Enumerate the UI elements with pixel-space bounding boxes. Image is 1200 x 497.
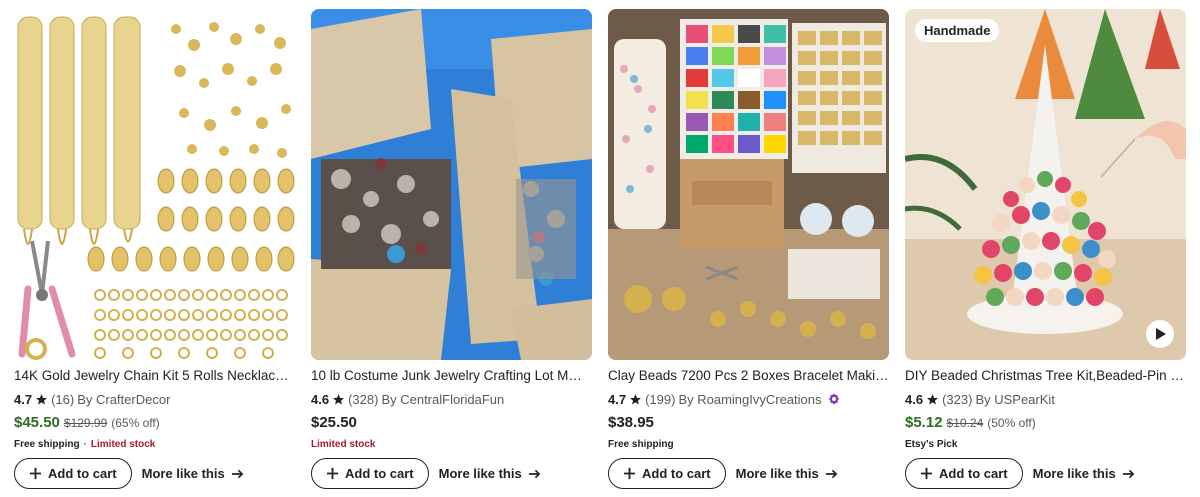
star-icon bbox=[333, 393, 344, 404]
original-price: $129.99 bbox=[63, 416, 108, 430]
arrow-right-icon bbox=[1122, 469, 1135, 478]
product-title[interactable]: DIY Beaded Christmas Tree Kit,Beaded-Pin… bbox=[905, 368, 1186, 386]
rating-row: 4.6 (323) By USPearKit bbox=[905, 390, 1186, 408]
more-like-this-label: More like this bbox=[438, 466, 522, 481]
arrow-right-icon bbox=[528, 469, 541, 478]
play-video-button[interactable] bbox=[1146, 320, 1174, 348]
add-to-cart-button[interactable]: Add to cart bbox=[905, 458, 1023, 489]
more-like-this-link[interactable]: More like this bbox=[736, 466, 838, 481]
rating-row: 4.7 (199) By RoamingIvyCreations bbox=[608, 390, 889, 408]
add-to-cart-label: Add to cart bbox=[642, 466, 711, 481]
card-actions: Add to cart More like this bbox=[608, 458, 838, 489]
price: $38.95 bbox=[608, 414, 654, 431]
add-to-cart-label: Add to cart bbox=[345, 466, 414, 481]
rating-score: 4.6 bbox=[311, 391, 330, 407]
arrow-right-icon bbox=[825, 469, 838, 478]
product-card[interactable]: 10 lb Costume Junk Jewelry Crafting Lot … bbox=[311, 9, 592, 489]
rating-score: 4.7 bbox=[608, 391, 627, 407]
product-image[interactable] bbox=[14, 9, 295, 360]
add-to-cart-label: Add to cart bbox=[48, 466, 117, 481]
plus-icon bbox=[29, 467, 42, 480]
separator-dot: · bbox=[83, 438, 87, 450]
card-actions: Add to cart More like this bbox=[905, 458, 1135, 489]
product-title[interactable]: 14K Gold Jewelry Chain Kit 5 Rolls Neckl… bbox=[14, 368, 295, 386]
rating-score: 4.7 bbox=[14, 391, 33, 407]
product-image[interactable] bbox=[608, 9, 889, 360]
star-seller-badge-icon bbox=[828, 393, 839, 405]
more-like-this-label: More like this bbox=[141, 466, 225, 481]
sale-price: $5.12 bbox=[905, 414, 943, 431]
play-icon bbox=[1156, 328, 1166, 340]
card-actions: Add to cart More like this bbox=[14, 458, 244, 489]
etsys-pick-label: Etsy's Pick bbox=[905, 438, 958, 450]
free-shipping-label: Free shipping bbox=[14, 438, 80, 450]
plus-icon bbox=[326, 467, 339, 480]
review-count: (328) bbox=[348, 391, 379, 407]
more-like-this-link[interactable]: More like this bbox=[142, 466, 244, 481]
more-like-this-label: More like this bbox=[1032, 466, 1116, 481]
price-row: $45.50 $129.99 (65% off) bbox=[14, 414, 295, 434]
shop-name[interactable]: By RoamingIvyCreations bbox=[678, 392, 821, 407]
price: $25.50 bbox=[311, 414, 357, 431]
shop-name[interactable]: By CrafterDecor bbox=[77, 392, 170, 407]
star-icon bbox=[36, 393, 47, 404]
review-count: (323) bbox=[942, 391, 973, 407]
shop-name[interactable]: By USPearKit bbox=[975, 392, 1054, 407]
star-icon bbox=[927, 393, 938, 404]
discount-percent: (65% off) bbox=[111, 416, 160, 430]
review-count: (199) bbox=[645, 391, 676, 407]
plus-icon bbox=[920, 467, 933, 480]
add-to-cart-button[interactable]: Add to cart bbox=[311, 458, 429, 489]
product-image[interactable] bbox=[311, 9, 592, 360]
more-like-this-link[interactable]: More like this bbox=[439, 466, 541, 481]
add-to-cart-button[interactable]: Add to cart bbox=[608, 458, 726, 489]
review-count: (16) bbox=[51, 391, 75, 407]
price-row: $25.50 bbox=[311, 414, 592, 434]
product-card[interactable]: Clay Beads 7200 Pcs 2 Boxes Bracelet Mak… bbox=[608, 9, 889, 489]
product-title[interactable]: 10 lb Costume Junk Jewelry Crafting Lot … bbox=[311, 368, 592, 386]
rating-score: 4.6 bbox=[905, 391, 924, 407]
star-icon bbox=[630, 393, 641, 404]
product-image[interactable]: Handmade bbox=[905, 9, 1186, 360]
discount-percent: (50% off) bbox=[987, 416, 1036, 430]
product-card[interactable]: Handmade DIY Beaded Christmas Tree Kit,B… bbox=[905, 9, 1186, 489]
arrow-right-icon bbox=[231, 469, 244, 478]
shipping-info: Free shipping bbox=[608, 437, 889, 451]
price-row: $38.95 bbox=[608, 414, 889, 434]
sale-price: $45.50 bbox=[14, 414, 60, 431]
limited-stock-label: Limited stock bbox=[311, 438, 376, 450]
more-like-this-label: More like this bbox=[735, 466, 819, 481]
shipping-info: Limited stock bbox=[311, 437, 592, 451]
shop-name[interactable]: By CentralFloridaFun bbox=[381, 392, 504, 407]
limited-stock-label: Limited stock bbox=[90, 438, 156, 450]
price-row: $5.12 $10.24 (50% off) bbox=[905, 414, 1186, 434]
original-price: $10.24 bbox=[946, 416, 984, 430]
etsy-pick-info: Etsy's Pick bbox=[905, 437, 1186, 451]
plus-icon bbox=[623, 467, 636, 480]
rating-row: 4.6 (328) By CentralFloridaFun bbox=[311, 390, 592, 408]
rating-row: 4.7 (16) By CrafterDecor bbox=[14, 390, 295, 408]
add-to-cart-button[interactable]: Add to cart bbox=[14, 458, 132, 489]
product-card[interactable]: 14K Gold Jewelry Chain Kit 5 Rolls Neckl… bbox=[14, 9, 295, 489]
card-actions: Add to cart More like this bbox=[311, 458, 541, 489]
handmade-badge: Handmade bbox=[915, 19, 1000, 42]
add-to-cart-label: Add to cart bbox=[939, 466, 1008, 481]
product-title[interactable]: Clay Beads 7200 Pcs 2 Boxes Bracelet Mak… bbox=[608, 368, 889, 386]
more-like-this-link[interactable]: More like this bbox=[1033, 466, 1135, 481]
shipping-info: Free shipping · Limited stock bbox=[14, 437, 295, 451]
product-grid: 14K Gold Jewelry Chain Kit 5 Rolls Neckl… bbox=[14, 9, 1186, 489]
free-shipping-label: Free shipping bbox=[608, 438, 674, 450]
